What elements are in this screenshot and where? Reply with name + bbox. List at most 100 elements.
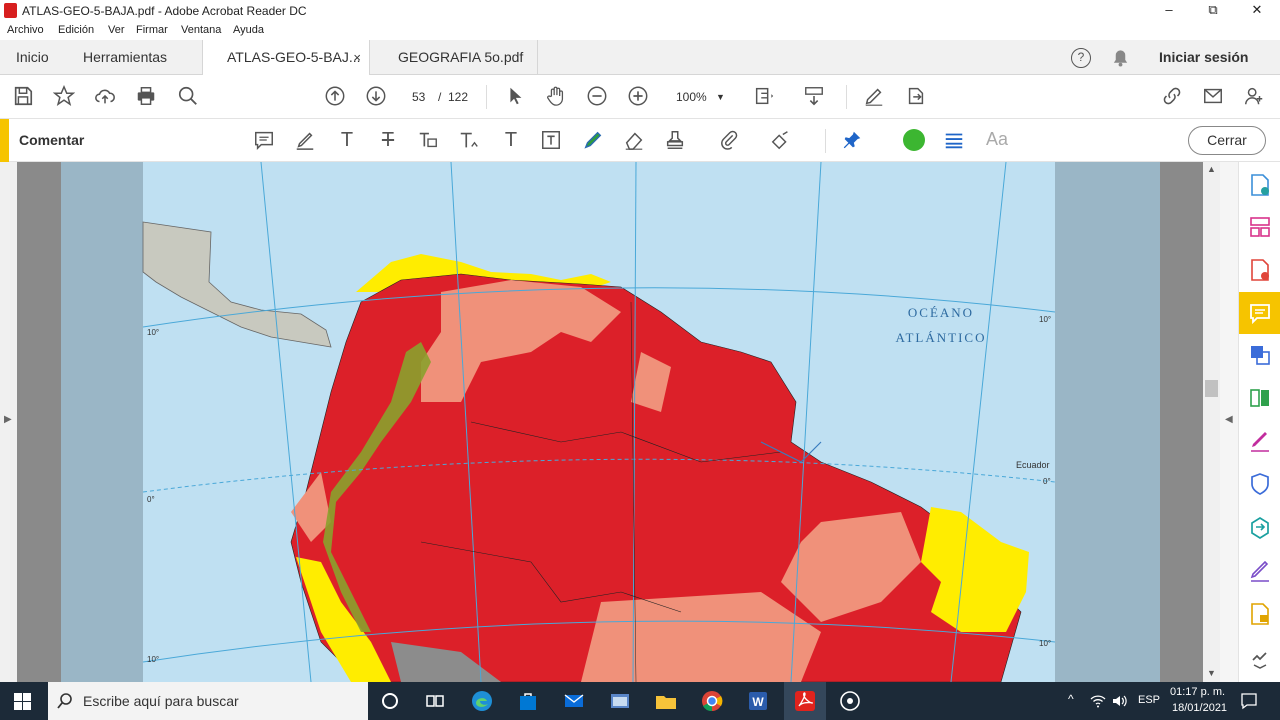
scroll-down-arrow-icon[interactable]: ▼ [1207, 668, 1216, 678]
mail-icon[interactable] [1201, 85, 1225, 109]
replace-text-icon[interactable] [417, 129, 441, 153]
sign-in-link[interactable]: Iniciar sesión [1159, 40, 1248, 75]
request-signature-icon[interactable] [1247, 558, 1273, 584]
minimize-button[interactable]: – [1146, 0, 1192, 22]
menu-ventana[interactable]: Ventana [181, 24, 221, 36]
tab-document-geografia[interactable]: GEOGRAFIA 5o.pdf [370, 40, 538, 75]
chevron-down-icon[interactable]: ▼ [716, 85, 725, 109]
scroll-thumb[interactable] [1205, 380, 1218, 397]
edge-browser-icon[interactable] [470, 689, 494, 713]
add-text-icon[interactable]: T [499, 129, 523, 153]
underline-text-icon[interactable]: T [335, 129, 359, 153]
bookmark-star-icon[interactable] [52, 84, 76, 109]
print-icon[interactable] [134, 85, 158, 109]
menu-firmar[interactable]: Firmar [136, 24, 168, 36]
sign-pen-icon[interactable] [862, 85, 886, 109]
page-number-input[interactable]: 53 [412, 85, 425, 109]
comment-tool-active[interactable] [1239, 292, 1280, 334]
pencil-draw-icon[interactable] [582, 129, 606, 153]
app-gear-icon[interactable] [838, 689, 862, 713]
prepare-form-icon[interactable] [1247, 601, 1273, 627]
page-separator: / [438, 90, 442, 104]
hand-tool-icon[interactable] [544, 85, 568, 109]
select-cursor-icon[interactable] [503, 85, 527, 109]
save-icon[interactable] [11, 85, 35, 109]
expand-left-icon[interactable]: ▶ [4, 414, 12, 425]
zoom-out-icon[interactable] [585, 85, 609, 109]
create-pdf-icon[interactable] [1247, 172, 1273, 198]
tab-inicio[interactable]: Inicio [16, 40, 49, 75]
send-review-icon[interactable] [1247, 514, 1273, 540]
word-icon[interactable]: W [746, 689, 770, 713]
cortana-circle-icon[interactable] [378, 689, 402, 713]
menu-ver[interactable]: Ver [108, 24, 125, 36]
protect-shield-icon[interactable] [1247, 471, 1273, 497]
add-user-icon[interactable] [1242, 85, 1266, 109]
clock-time[interactable]: 01:17 p. m. [1170, 686, 1225, 698]
acrobat-taskbar-active[interactable] [784, 682, 826, 720]
taskbar-search-box[interactable]: Escribe aquí para buscar [48, 682, 368, 720]
eraser-icon[interactable] [623, 129, 647, 153]
tab-document-atlas[interactable]: ATLAS-GEO-5-BAJ... × [202, 40, 370, 76]
zoom-in-icon[interactable] [626, 85, 650, 109]
south-america-map: OCÉANO ATLÁNTICO Ecuador 10° 10° 0° 0° 1… [142, 162, 1056, 682]
sticky-note-icon[interactable] [253, 129, 277, 153]
close-window-button[interactable]: ✕ [1234, 0, 1280, 22]
shapes-icon[interactable] [770, 129, 794, 153]
collapse-right-icon[interactable]: ◀ [1225, 414, 1233, 425]
more-tools-icon[interactable] [1247, 644, 1273, 670]
export-pdf-icon[interactable] [1247, 257, 1273, 283]
insert-text-icon[interactable] [458, 129, 482, 153]
app-window-icon[interactable] [608, 689, 632, 713]
vertical-scrollbar[interactable]: ▲ ▼ [1203, 162, 1220, 682]
tray-expand-icon[interactable]: ^ [1068, 692, 1074, 706]
mail-app-icon[interactable] [562, 689, 586, 713]
next-page-icon[interactable] [364, 85, 388, 109]
strikethrough-icon[interactable]: T [376, 129, 400, 153]
volume-icon[interactable] [1111, 694, 1127, 708]
menu-archivo[interactable]: Archivo [7, 24, 44, 36]
organize-pages-icon[interactable] [1247, 214, 1273, 240]
tab-close-button[interactable]: × [353, 40, 361, 75]
line-thickness-icon[interactable] [943, 129, 967, 153]
text-box-icon[interactable] [540, 129, 564, 153]
right-panel-toggle[interactable]: ◀ [1220, 162, 1238, 682]
color-fill-swatch[interactable] [903, 129, 925, 151]
pdf-page[interactable]: OCÉANO ATLÁNTICO Ecuador 10° 10° 0° 0° 1… [61, 162, 1160, 682]
windows-start-icon[interactable] [14, 693, 31, 710]
share-export-icon[interactable] [904, 85, 928, 109]
scroll-up-arrow-icon[interactable]: ▲ [1207, 164, 1216, 174]
chrome-icon[interactable] [700, 689, 724, 713]
previous-page-icon[interactable] [323, 85, 347, 109]
tab-herramientas[interactable]: Herramientas [83, 40, 167, 75]
store-icon[interactable] [516, 689, 540, 713]
scroll-mode-icon[interactable] [802, 85, 826, 109]
maximize-button[interactable]: ⧉ [1190, 0, 1236, 22]
bell-icon[interactable] [1111, 48, 1130, 68]
combine-files-icon[interactable] [1247, 342, 1273, 368]
language-indicator[interactable]: ESP [1138, 694, 1160, 706]
stamp-icon[interactable] [664, 129, 688, 153]
link-share-icon[interactable] [1160, 85, 1184, 109]
zoom-level-select[interactable]: 100% [676, 85, 707, 109]
menu-edicion[interactable]: Edición [58, 24, 94, 36]
file-explorer-icon[interactable] [654, 689, 678, 713]
highlight-pen-icon[interactable] [294, 129, 318, 153]
zoom-search-icon[interactable] [176, 85, 200, 109]
help-icon[interactable]: ? [1071, 48, 1091, 68]
menu-ayuda[interactable]: Ayuda [233, 24, 264, 36]
fill-sign-icon[interactable] [1247, 428, 1273, 454]
fit-page-icon[interactable] [752, 85, 776, 109]
notifications-icon[interactable] [1240, 692, 1258, 710]
pin-icon[interactable] [841, 129, 865, 153]
clock-date[interactable]: 18/01/2021 [1172, 702, 1227, 714]
left-panel-toggle[interactable]: ▶ [0, 162, 17, 682]
wifi-icon[interactable] [1090, 694, 1106, 708]
close-comment-button[interactable]: Cerrar [1188, 126, 1266, 155]
upload-cloud-icon[interactable] [93, 85, 117, 109]
task-view-icon[interactable] [423, 689, 447, 713]
attach-file-icon[interactable] [718, 129, 742, 153]
document-view[interactable]: ▶ OCÉANO ATLÁNTICO Ecuador 10° 10° 0° 0°… [0, 162, 1238, 682]
compare-files-icon[interactable] [1247, 385, 1273, 411]
text-size-icon[interactable]: Aa [986, 129, 1026, 153]
